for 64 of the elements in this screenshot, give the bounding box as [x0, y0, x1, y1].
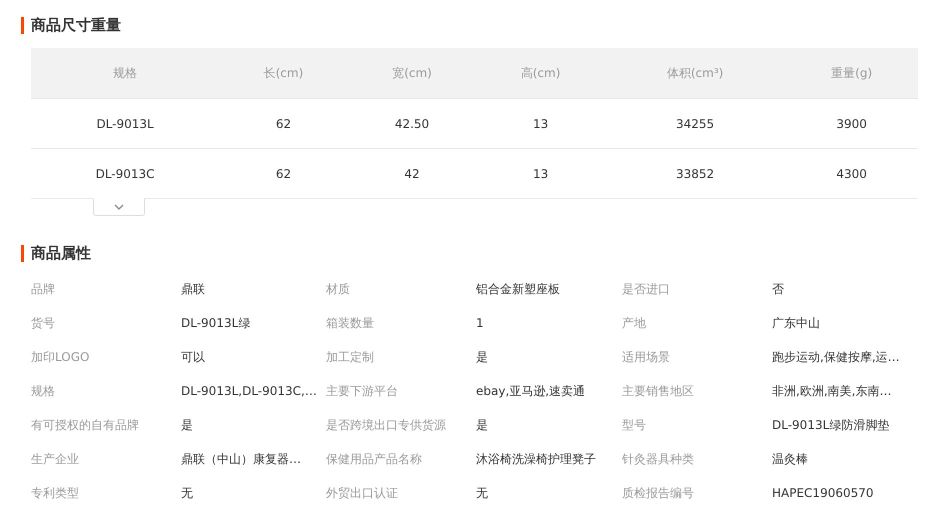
table-cell: 4300	[836, 166, 867, 180]
table-cell: 42.50	[394, 116, 430, 130]
table-cell: 3900	[836, 116, 867, 130]
attribute-value: 是	[476, 348, 488, 366]
attribute-label: 是否进口	[622, 280, 670, 298]
attribute-value: 无	[181, 484, 193, 502]
column-header: 规格	[113, 66, 138, 80]
attribute-label: 专利类型	[31, 484, 79, 502]
attribute-value: DL-9013L绿防滑脚垫	[772, 416, 890, 434]
attribute-value: 广东中山	[772, 314, 820, 332]
attribute-label: 是否跨境出口专供货源	[326, 416, 446, 434]
attribute-label: 质检报告编号	[622, 484, 694, 502]
attribute-value: 是	[181, 416, 193, 434]
table-cell: 13	[532, 116, 548, 130]
attribute-label: 有可授权的自有品牌	[31, 416, 139, 434]
column-header: 宽(cm)	[392, 66, 432, 80]
attribute-label: 外贸出口认证	[326, 484, 398, 502]
attribute-value: 非洲,欧洲,南美,东南…	[772, 382, 892, 400]
attribute-label: 品牌	[31, 280, 55, 298]
attribute-label: 箱装数量	[326, 314, 374, 332]
table-cell: 42	[404, 166, 420, 180]
expand-button[interactable]	[93, 198, 145, 216]
attribute-value: 无	[476, 484, 488, 502]
attribute-label: 产地	[622, 314, 646, 332]
table-cell: 13	[532, 166, 548, 180]
table-cell: 62	[276, 166, 292, 180]
column-header: 体积(cm³)	[666, 66, 724, 80]
attribute-value: 是	[476, 416, 488, 434]
attribute-value: 鼎联	[181, 280, 205, 298]
table-cell: 33852	[676, 166, 714, 180]
attribute-value: 跑步运动,保健按摩,运…	[772, 348, 900, 366]
column-header: 长(cm)	[264, 66, 304, 80]
attribute-value: 可以	[181, 348, 205, 366]
attribute-value: 鼎联（中山）康复器…	[181, 450, 301, 468]
attribute-label: 型号	[622, 416, 646, 434]
section-title: 商品属性	[21, 245, 918, 262]
attribute-label: 主要销售地区	[622, 382, 694, 400]
attribute-label: 加工定制	[326, 348, 374, 366]
attribute-label: 适用场景	[622, 348, 670, 366]
column-header: 高(cm)	[520, 66, 560, 80]
attribute-value: 铝合金新塑座板	[476, 280, 560, 298]
column-header: 重量(g)	[831, 66, 872, 80]
attribute-label: 货号	[31, 314, 55, 332]
attribute-value: HAPEC19060570	[772, 486, 874, 500]
attribute-value: 沐浴椅洗澡椅护理凳子	[476, 450, 596, 468]
attribute-value: 否	[772, 280, 784, 298]
table-cell: DL-9013C	[96, 166, 155, 180]
attribute-label: 保健用品产品名称	[326, 450, 422, 468]
attribute-value: DL-9013L,DL-9013C,…	[181, 384, 317, 398]
table-cell: 62	[276, 116, 292, 130]
attribute-label: 生产企业	[31, 450, 79, 468]
attribute-label: 材质	[326, 280, 350, 298]
attribute-value: 温灸棒	[772, 450, 808, 468]
attribute-value: DL-9013L绿	[181, 314, 250, 332]
chevron-down-icon	[114, 204, 124, 210]
attribute-value: ebay,亚马逊,速卖通	[476, 382, 586, 400]
attribute-label: 针灸器具种类	[622, 450, 694, 468]
attribute-label: 主要下游平台	[326, 382, 398, 400]
attribute-label: 规格	[31, 382, 55, 400]
table-cell: 34255	[676, 116, 714, 130]
table-cell: DL-9013L	[96, 116, 154, 130]
attribute-value: 1	[476, 316, 484, 330]
attribute-label: 加印LOGO	[31, 348, 90, 366]
section-title: 商品尺寸重量	[21, 17, 918, 34]
